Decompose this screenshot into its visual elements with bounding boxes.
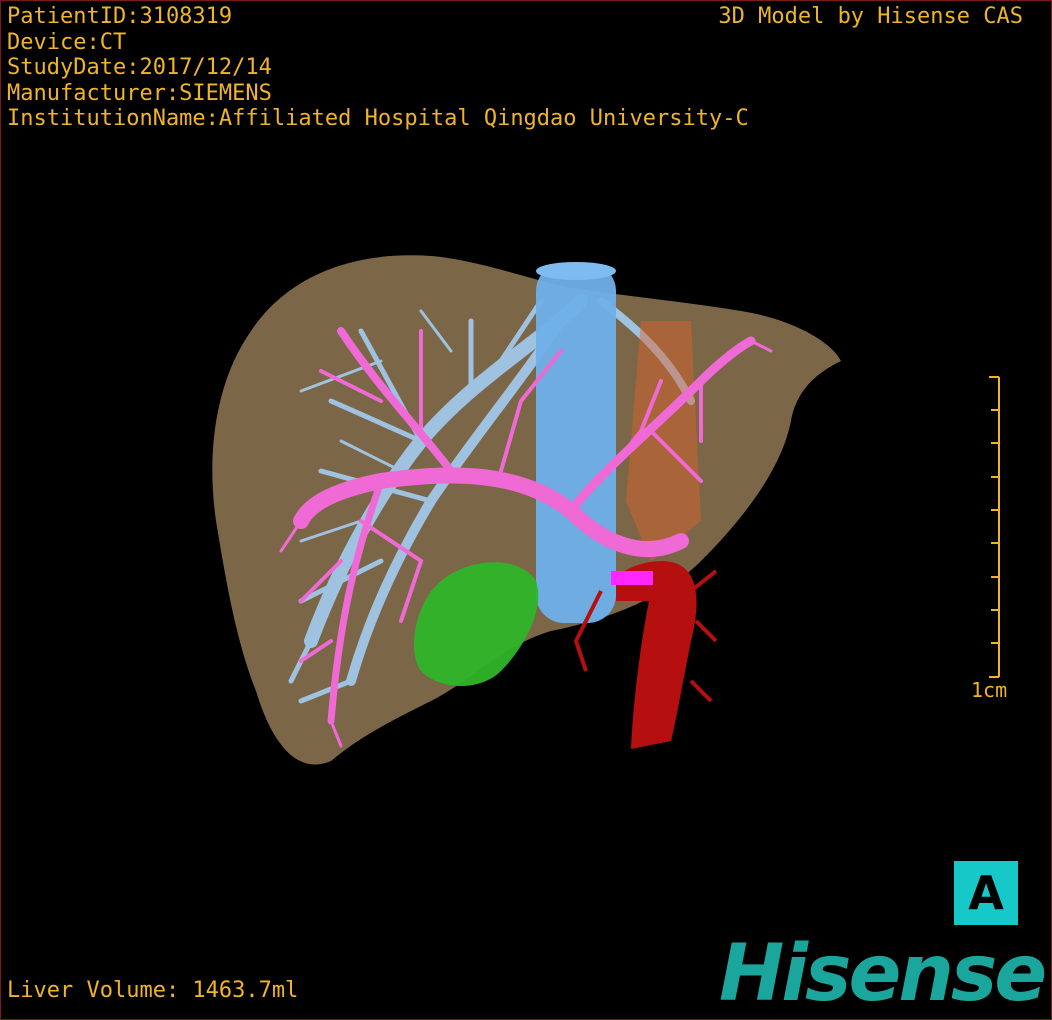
ivc-top bbox=[536, 262, 616, 280]
aorta bbox=[616, 561, 697, 749]
inferior-vena-cava bbox=[536, 263, 616, 623]
scale-bar bbox=[989, 376, 1000, 678]
hisense-logo: Hisense bbox=[719, 929, 1047, 1019]
institution-name: InstitutionName:Affiliated Hospital Qing… bbox=[7, 106, 749, 131]
model-credit: 3D Model by Hisense CAS bbox=[718, 4, 1023, 29]
manufacturer: Manufacturer:SIEMENS bbox=[7, 80, 272, 106]
dicom-info: PatientID:3108319 Device:CT StudyDate:20… bbox=[7, 4, 749, 132]
device: Device:CT bbox=[7, 29, 127, 55]
patient-id: PatientID:3108319 bbox=[7, 4, 233, 29]
study-date: StudyDate:2017/12/14 bbox=[7, 55, 272, 80]
portal-confluence bbox=[611, 571, 653, 585]
liver-3d-model[interactable] bbox=[1, 1, 1052, 1020]
scale-bar-label: 1cm bbox=[971, 678, 1008, 702]
orientation-indicator[interactable]: A bbox=[954, 861, 1018, 925]
liver-volume: Liver Volume: 1463.7ml bbox=[7, 978, 299, 1003]
3d-viewer[interactable]: PatientID:3108319 Device:CT StudyDate:20… bbox=[0, 0, 1052, 1020]
